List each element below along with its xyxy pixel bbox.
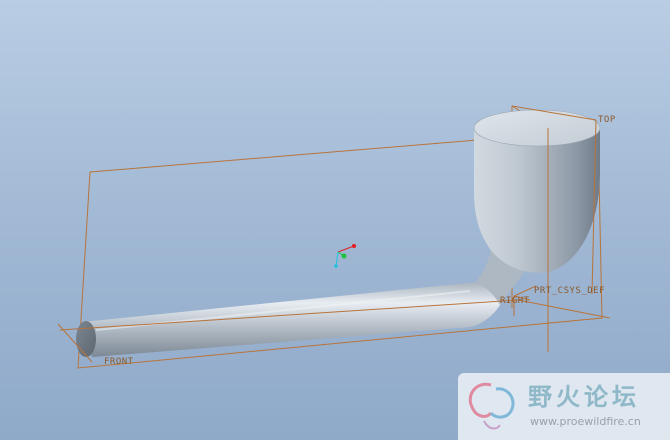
front-plane-label: FRONT <box>104 357 134 367</box>
right-plane-label: RIGHT <box>500 296 530 306</box>
forum-watermark: 野火论坛 www.proewildfire.cn <box>458 373 670 440</box>
csys-label: PRT_CSYS_DEF <box>534 286 605 296</box>
butterfly-logo-icon <box>468 382 515 430</box>
watermark-url: www.proewildfire.cn <box>530 415 641 428</box>
pipe-part[interactable] <box>76 109 601 357</box>
top-plane-label: TOP <box>598 115 616 125</box>
watermark-title: 野火论坛 <box>528 383 640 411</box>
coordinate-system-triad-icon <box>334 244 356 268</box>
graphics-viewport[interactable]: TOP PRT_CSYS_DEF RIGHT FRONT 野火论坛 www.pr… <box>0 0 670 440</box>
